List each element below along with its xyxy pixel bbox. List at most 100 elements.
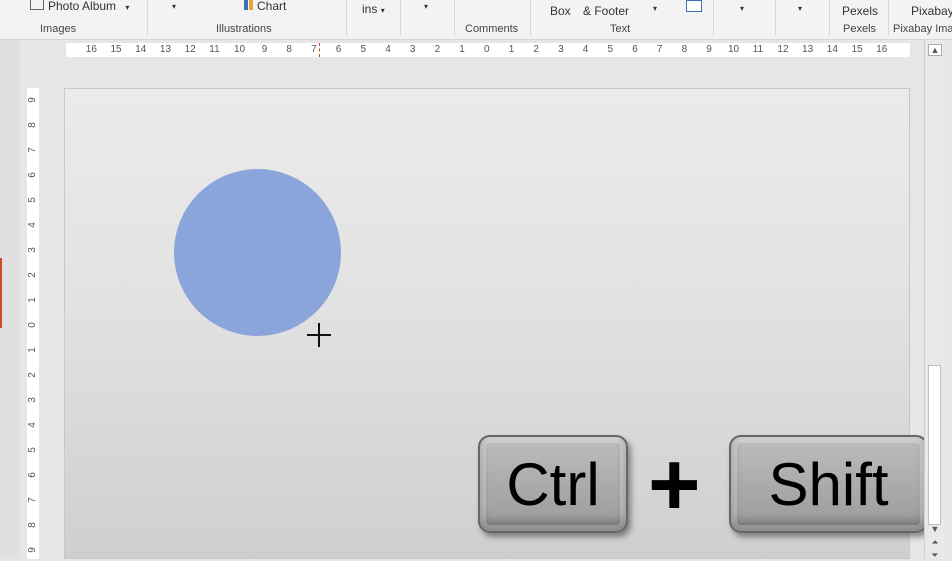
ruler-number: 15: [851, 44, 863, 55]
divider: [530, 0, 531, 36]
chart-icon: [244, 0, 248, 10]
ruler-number: 9: [27, 547, 38, 553]
previous-slide-icon[interactable]: ⏶: [928, 537, 942, 548]
ruler-number: 5: [27, 447, 38, 453]
window-icon[interactable]: [686, 0, 702, 12]
ruler-number: 8: [681, 44, 688, 55]
pexels-button[interactable]: Pexels: [842, 4, 878, 18]
next-slide-icon[interactable]: ⏷: [928, 550, 942, 561]
ruler-number: 8: [27, 122, 38, 128]
ruler-number: 4: [385, 44, 391, 55]
ruler-number: 6: [632, 44, 638, 55]
ruler-number: 3: [558, 44, 564, 55]
ruler-position-marker: [319, 43, 320, 57]
scrollbar-thumb[interactable]: [928, 365, 941, 525]
chart-button[interactable]: Chart: [244, 0, 286, 13]
ruler-number: 0: [27, 322, 38, 328]
group-label-text: Text: [610, 23, 631, 35]
divider: [400, 0, 401, 36]
ruler-number: 7: [27, 147, 38, 153]
vertical-scrollbar[interactable]: ▲ ▼ ⏶ ⏷: [924, 40, 944, 561]
circle-shape[interactable]: [174, 169, 341, 336]
textbox-button[interactable]: Box: [550, 4, 571, 18]
ruler-number: 11: [752, 44, 764, 55]
addins-button[interactable]: ins ▾: [362, 2, 385, 16]
ruler-number: 14: [135, 44, 147, 55]
ruler-number: 5: [27, 197, 38, 203]
selected-slide-marker: [0, 258, 2, 328]
vertical-ruler: 9 8 7 6 5 4 3 2 1 0 1 2 3 4 5 6 7 8 9: [27, 88, 39, 559]
chart-icon-bar: [249, 0, 253, 10]
ctrl-key-graphic: Ctrl: [478, 435, 628, 533]
chevron-down-icon[interactable]: ▾: [740, 4, 744, 13]
shift-key-graphic: Shift: [729, 435, 928, 533]
photo-album-button[interactable]: Photo Album ▾: [30, 0, 129, 13]
ruler-number: 10: [234, 44, 246, 55]
photo-album-icon: [30, 0, 44, 10]
ruler-number: 7: [656, 44, 663, 55]
ruler-number: 13: [159, 44, 172, 55]
ruler-number: 4: [27, 422, 38, 428]
group-label-images: Images: [40, 23, 77, 35]
crosshair-icon: [307, 323, 331, 347]
ruler-number: 6: [335, 44, 342, 55]
ruler-number: 4: [582, 44, 589, 55]
ruler-number: 5: [360, 44, 367, 55]
ruler-number: 7: [27, 497, 38, 503]
ribbon: Photo Album ▾ ▾ Chart ins ▾ ▾ Box & Foot…: [0, 0, 952, 40]
group-label-pixabay: Pixabay Ima: [893, 23, 952, 35]
group-label-comments: Comments: [465, 23, 519, 35]
pixabay-button[interactable]: Pixabay: [911, 4, 952, 18]
ruler-number: 3: [27, 397, 38, 403]
ruler-number: 14: [826, 44, 838, 55]
ruler-number: 7: [311, 44, 317, 55]
thumbnail-pane-edge: [0, 40, 20, 559]
ruler-number: 13: [802, 44, 814, 55]
ruler-number: 10: [728, 44, 740, 55]
chevron-down-icon: ▾: [380, 6, 385, 15]
scroll-down-icon[interactable]: ▼: [928, 524, 942, 534]
ruler-number: 3: [409, 44, 416, 55]
ruler-number: 9: [27, 97, 38, 103]
ruler-number: 16: [876, 44, 888, 55]
divider: [888, 0, 889, 36]
ruler-number: 9: [261, 44, 268, 55]
ruler-number: 2: [27, 272, 38, 278]
chevron-down-icon[interactable]: ▾: [424, 2, 428, 11]
ruler-number: 1: [27, 297, 38, 303]
ruler-number: 4: [27, 222, 38, 228]
ruler-number: 3: [27, 247, 38, 253]
divider: [454, 0, 455, 36]
ruler-number: 1: [508, 44, 515, 55]
divider: [829, 0, 830, 36]
chevron-down-icon: ▾: [125, 3, 130, 12]
scroll-up-icon[interactable]: ▲: [928, 44, 942, 56]
ruler-number: 8: [27, 522, 38, 528]
chevron-down-icon[interactable]: ▾: [653, 4, 657, 13]
ruler-number: 6: [27, 472, 38, 478]
chevron-down-icon[interactable]: ▾: [798, 4, 802, 13]
chevron-down-icon[interactable]: ▾: [172, 2, 176, 11]
divider: [346, 0, 347, 36]
group-label-illustrations: Illustrations: [216, 23, 272, 35]
ruler-number: 12: [184, 44, 196, 55]
ruler-number: 1: [459, 44, 465, 55]
ruler-number: 9: [706, 44, 712, 55]
header-footer-button[interactable]: & Footer: [583, 4, 629, 18]
ruler-number: 15: [110, 44, 122, 55]
ruler-number: 2: [533, 44, 539, 55]
ruler-number: 2: [434, 44, 441, 55]
horizontal-ruler: 16 15 14 13 12 11 10 9 8 7 6 5 4 3 2 1 0 1 2 3 4 5 6 7 8 9 10 11 12 1…: [66, 43, 910, 57]
plus-sign: +: [648, 435, 701, 535]
ruler-number: 11: [209, 44, 220, 55]
group-label-pexels: Pexels: [843, 23, 877, 35]
ruler-number: 16: [85, 44, 97, 55]
divider: [147, 0, 148, 36]
ruler-number: 1: [27, 347, 38, 353]
ruler-number: 5: [607, 44, 614, 55]
ruler-number: 2: [27, 372, 38, 378]
ruler-number: 12: [777, 44, 789, 55]
ruler-number: 8: [286, 44, 292, 55]
ruler-number: 6: [27, 172, 38, 178]
divider: [775, 0, 776, 36]
